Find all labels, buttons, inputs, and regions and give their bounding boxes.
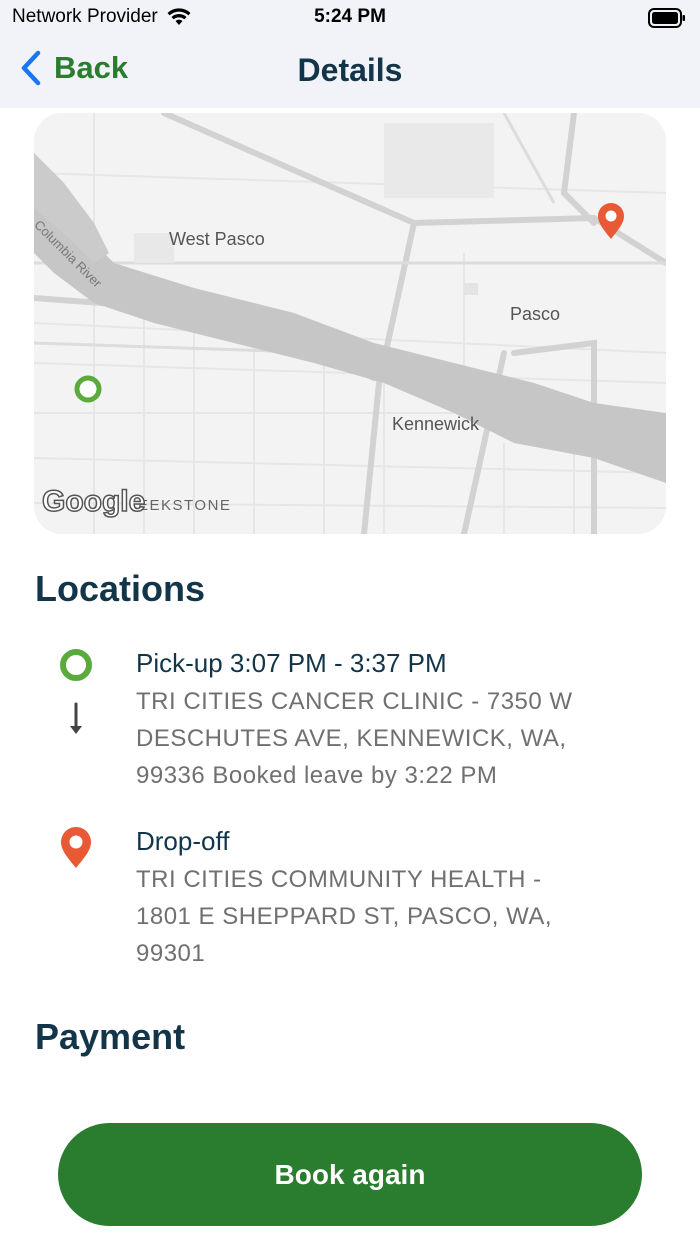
route-map[interactable]: West Pasco Pasco Kennewick Columbia Rive… [34, 113, 666, 534]
navigation-bar: Back Details [0, 36, 700, 108]
pickup-marker-icon[interactable] [72, 373, 104, 405]
dropoff-marker-icon[interactable] [595, 201, 627, 241]
battery-icon [648, 8, 685, 28]
locations-heading: Locations [35, 568, 206, 609]
payment-heading: Payment [35, 1016, 186, 1057]
arrow-down-icon [70, 702, 82, 734]
status-bar: Network Provider 5:24 PM [0, 0, 700, 36]
page-title: Details [297, 52, 403, 88]
map-base [34, 113, 666, 534]
dropoff-address-line: 99301 [136, 940, 206, 967]
dropoff-title: Drop-off [136, 826, 230, 856]
map-label-kennewick: Kennewick [392, 414, 480, 434]
map-label-west-pasco: West Pasco [169, 229, 265, 249]
pickup-circle-icon [60, 649, 92, 681]
dropoff-address-line: 1801 E SHEPPARD ST, PASCO, WA, [136, 903, 553, 930]
book-again-button[interactable]: Book again [58, 1123, 642, 1226]
dropoff-address: TRI CITIES COMMUNITY HEALTH - 1801 E SHE… [136, 861, 636, 972]
dropoff-pin-icon [61, 827, 91, 868]
status-time: 5:24 PM [314, 6, 386, 27]
pickup-address-line: DESCHUTES AVE, KENNEWICK, WA, [136, 725, 567, 752]
google-logo: Google [41, 484, 146, 519]
pickup-address-line: TRI CITIES CANCER CLINIC - 7350 W [136, 688, 573, 715]
pickup-address: TRI CITIES CANCER CLINIC - 7350 W DESCHU… [136, 683, 636, 794]
pickup-title: Pick-up 3:07 PM - 3:37 PM [136, 648, 447, 678]
dropoff-address-line: TRI CITIES COMMUNITY HEALTH - [136, 866, 542, 893]
map-label-partial: EEKSTONE [138, 497, 232, 514]
map-label-pasco: Pasco [510, 304, 561, 324]
pickup-address-line: 99336 Booked leave by 3:22 PM [136, 762, 498, 789]
